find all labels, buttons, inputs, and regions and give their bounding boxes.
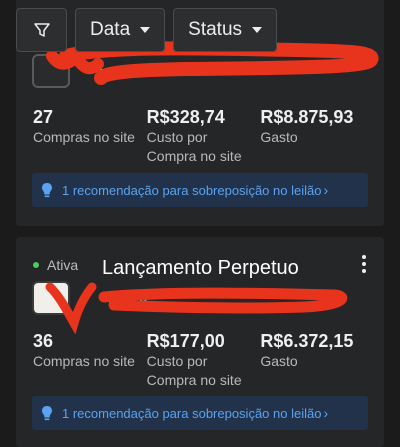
metric-value: 36 <box>33 331 54 351</box>
metric-value: R$328,74 <box>146 107 225 127</box>
recommendation-text: 1 recomendação para sobreposição no leil… <box>62 405 322 421</box>
filter-bar: Data Status <box>16 8 400 52</box>
metric-spend: R$8.875,93 Gasto <box>260 106 374 166</box>
recommendation-text: 1 recomendação para sobreposição no leil… <box>62 182 322 198</box>
metric-purchases: 27 Compras no site <box>33 106 147 166</box>
metric-label: Compras no site <box>33 353 135 369</box>
metric-value: R$6.372,15 <box>260 331 354 351</box>
status-dot <box>33 262 39 268</box>
campaign-card[interactable]: Ativa Lançamento Perpetuo PTCB 36 Compra… <box>16 237 384 447</box>
data-dropdown[interactable]: Data <box>75 8 166 52</box>
chevron-down-icon <box>252 27 263 33</box>
chevron-down-icon <box>140 27 151 33</box>
recommendation-banner[interactable]: 1 recomendação para sobreposição no leil… <box>32 173 368 207</box>
metric-cost-per-purchase: R$328,74 Custo por Compra no site <box>147 106 261 166</box>
screen: Data Status - 27 Compras no site R$328,7… <box>0 0 400 447</box>
metric-label: Custo por Compra no site <box>146 129 242 164</box>
metric-purchases: 36 Compras no site <box>33 330 147 390</box>
lightbulb-icon <box>40 181 54 199</box>
metric-value: R$177,00 <box>146 331 225 351</box>
status-indicator: Ativa <box>33 257 78 273</box>
metric-value: 27 <box>33 107 54 127</box>
data-dropdown-label: Data <box>90 19 131 40</box>
filter-button[interactable] <box>16 8 67 52</box>
status-text: Ativa <box>47 257 79 273</box>
filter-funnel-icon <box>33 23 50 37</box>
recommendation-banner[interactable]: 1 recomendação para sobreposição no leil… <box>32 396 368 430</box>
metric-label: Compras no site <box>33 129 135 145</box>
metric-label: Gasto <box>260 129 298 145</box>
lightbulb-icon <box>40 404 54 422</box>
status-dropdown-label: Status <box>188 19 243 40</box>
metric-spend: R$6.372,15 Gasto <box>260 330 374 390</box>
more-options-icon[interactable] <box>362 255 366 273</box>
metric-value: R$8.875,93 <box>260 107 354 127</box>
metrics-row: 36 Compras no site R$177,00 Custo por Co… <box>33 330 374 390</box>
metric-cost-per-purchase: R$177,00 Custo por Compra no site <box>147 330 261 390</box>
status-dropdown[interactable]: Status <box>173 8 278 52</box>
metrics-row: 27 Compras no site R$328,74 Custo por Co… <box>33 106 374 166</box>
chevron-right-icon: › <box>323 405 329 421</box>
metric-label: Custo por Compra no site <box>146 353 242 388</box>
redaction-scribble <box>45 282 348 335</box>
metric-label: Gasto <box>260 353 298 369</box>
chevron-right-icon: › <box>323 182 329 198</box>
